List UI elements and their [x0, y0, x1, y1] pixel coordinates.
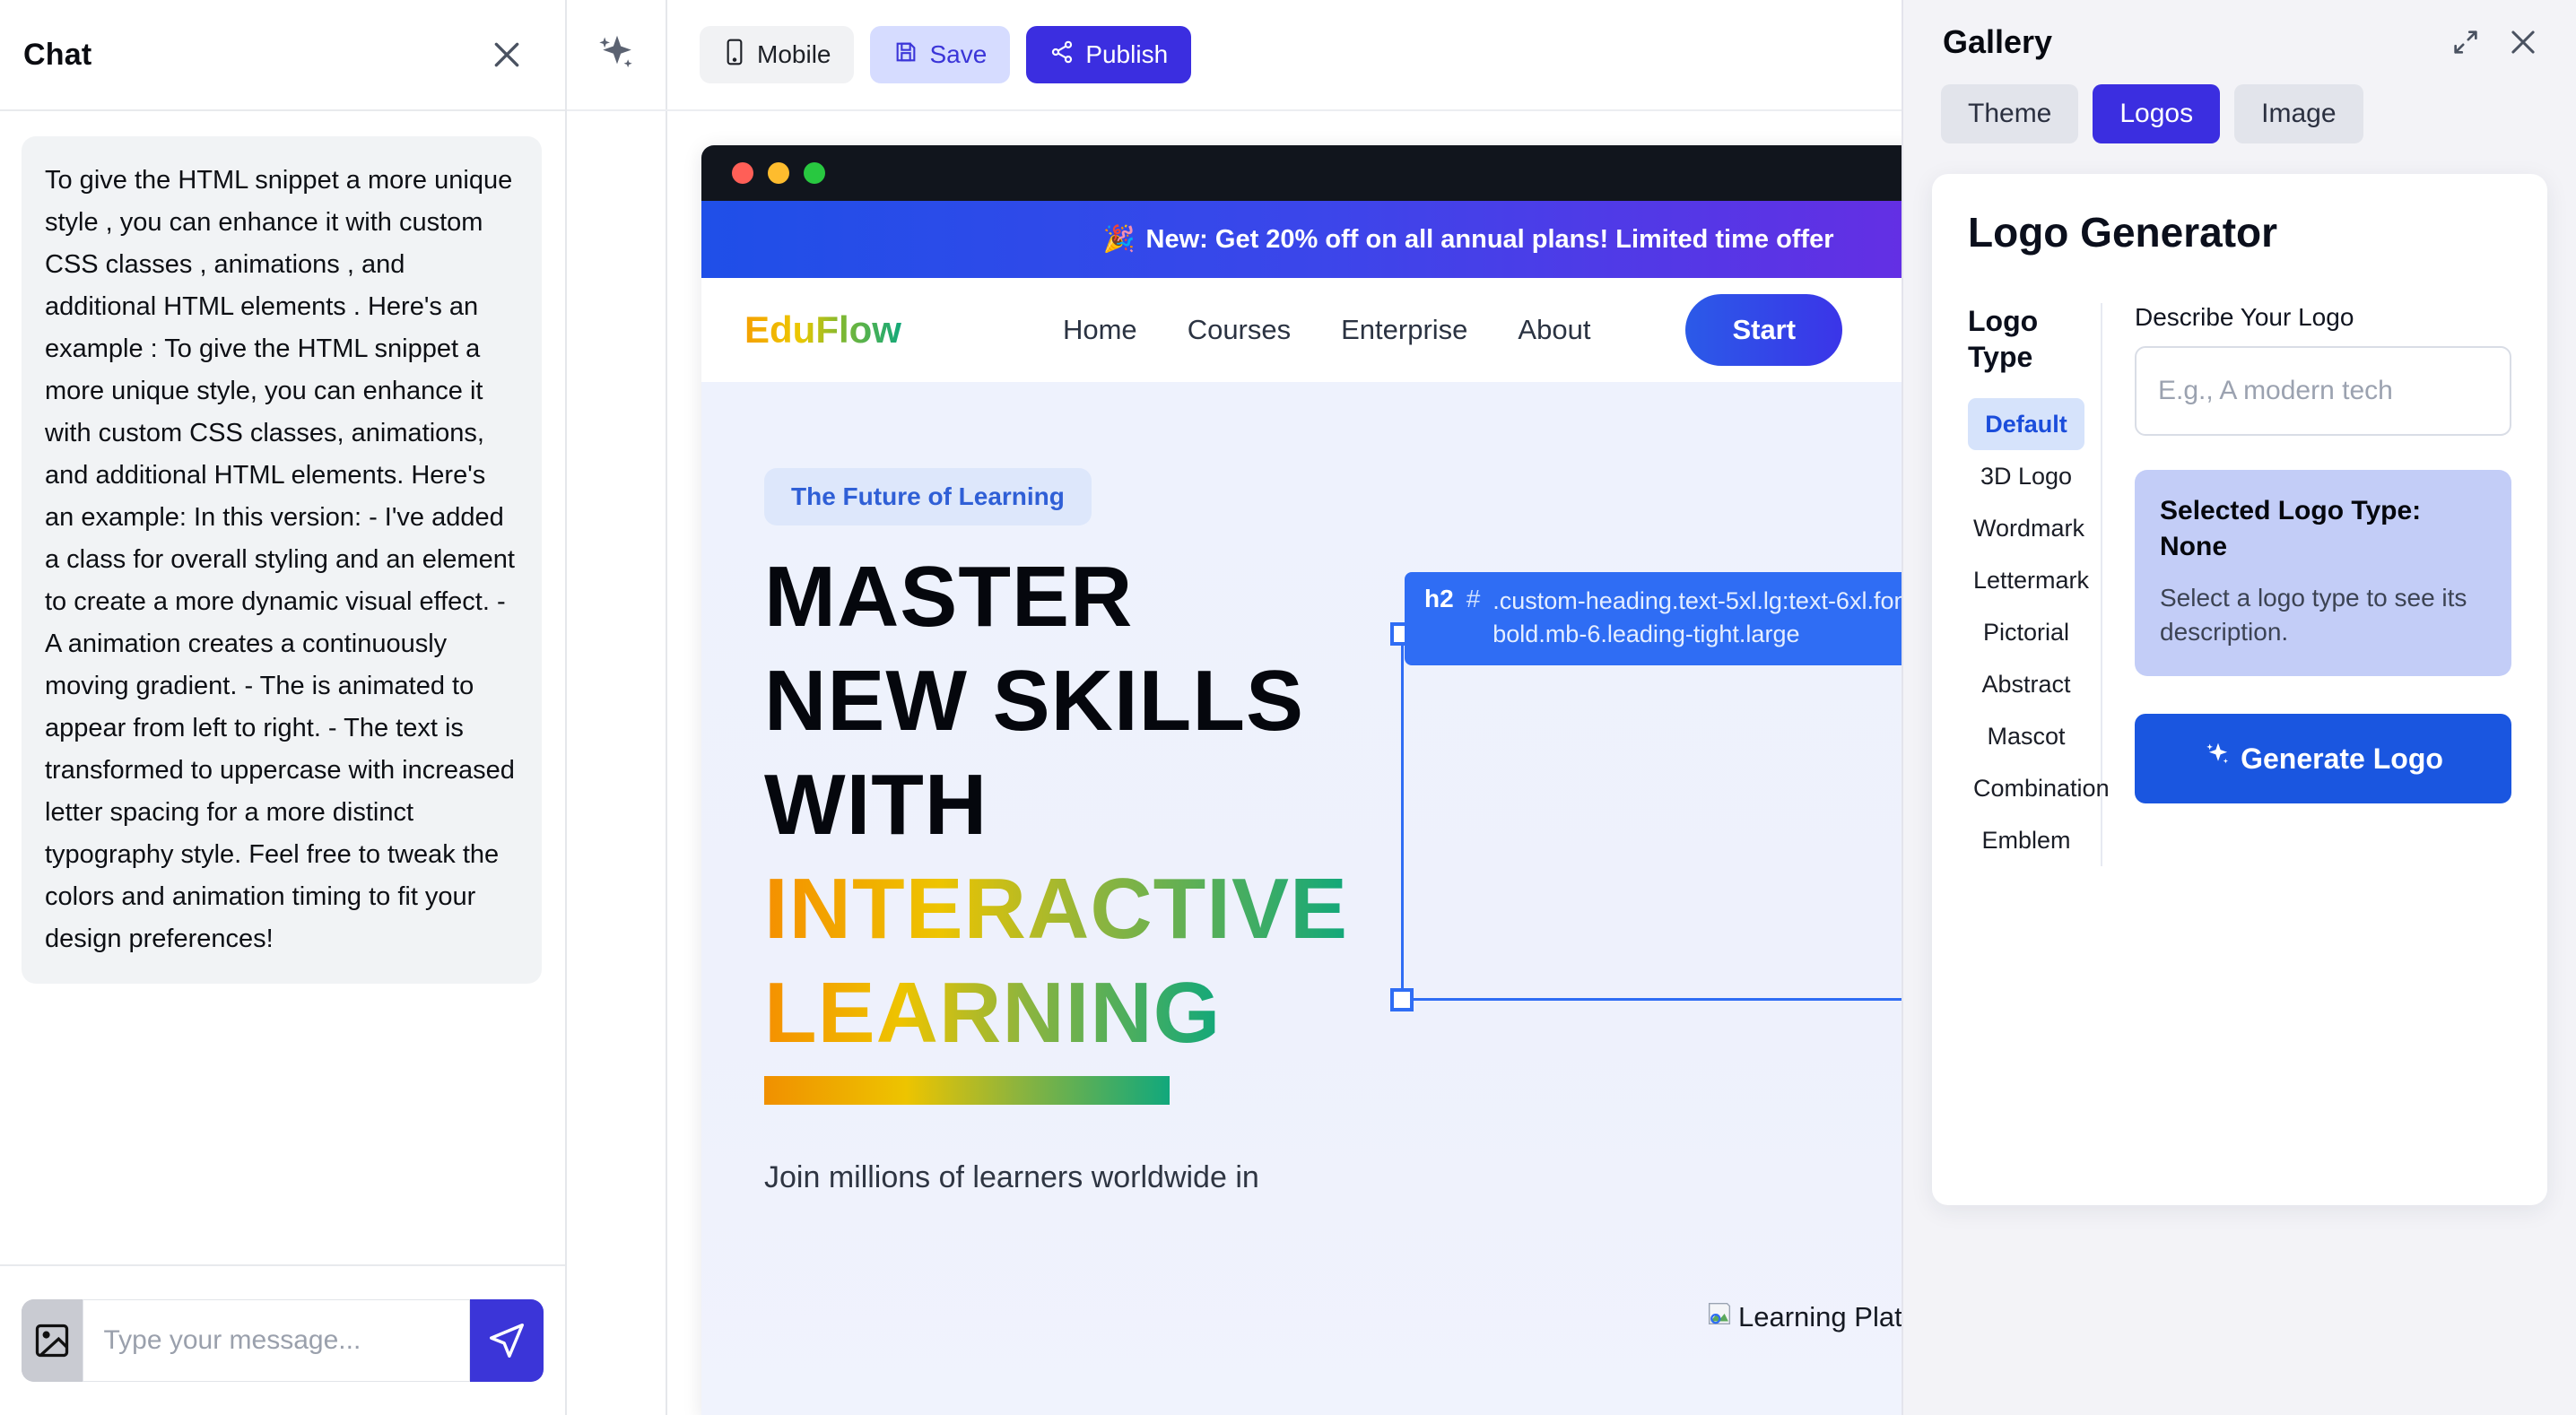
hero-line-2: NEW SKILLS: [764, 653, 1304, 749]
window-maximize-dot[interactable]: [804, 162, 825, 184]
logo-generator-card: Logo Generator Logo Type Default 3D Logo…: [1932, 174, 2547, 1205]
logo-generator-body: Logo Type Default 3D Logo Wordmark Lette…: [1968, 303, 2511, 866]
mobile-view-label: Mobile: [757, 40, 831, 68]
logo-type-abstract[interactable]: Abstract: [1968, 658, 2084, 710]
chat-composer: [22, 1299, 544, 1382]
describe-logo-input[interactable]: [2135, 346, 2511, 436]
logo-type-column: Logo Type Default 3D Logo Wordmark Lette…: [1968, 303, 2110, 866]
app-root: Chat To give the HTML snippet a more uni…: [0, 0, 2576, 1415]
generate-logo-button[interactable]: Generate Logo: [2135, 714, 2511, 803]
chat-message-list: To give the HTML snippet a more unique s…: [0, 111, 565, 1264]
selected-element-selector: .custom-heading.text-5xl.lg:text-6xl.fon…: [1493, 587, 1922, 647]
logo-type-list: Default 3D Logo Wordmark Lettermark Pict…: [1968, 398, 2110, 866]
selector-hash: #: [1466, 585, 1481, 612]
logo-describe-column: Describe Your Logo Selected Logo Type: N…: [2102, 303, 2511, 866]
selected-logo-type-desc: Select a logo type to see its descriptio…: [2160, 584, 2467, 646]
logo-type-default[interactable]: Default: [1968, 398, 2084, 450]
logo-type-mascot[interactable]: Mascot: [1968, 710, 2084, 762]
mobile-view-button[interactable]: Mobile: [700, 26, 855, 83]
collapse-icon[interactable]: [2447, 23, 2485, 61]
gallery-header-actions: [2447, 23, 2542, 61]
chat-input[interactable]: [83, 1299, 471, 1382]
party-popper-icon: 🎉: [1102, 225, 1136, 254]
chat-message-bubble: To give the HTML snippet a more unique s…: [22, 136, 542, 984]
window-minimize-dot[interactable]: [768, 162, 789, 184]
sparkles-icon: [2203, 740, 2233, 777]
gallery-title: Gallery: [1943, 23, 2053, 60]
tab-theme[interactable]: Theme: [1941, 84, 2079, 143]
logo-type-wordmark[interactable]: Wordmark: [1968, 502, 2084, 554]
selected-element-tag: h2: [1424, 585, 1454, 612]
tab-image[interactable]: Image: [2234, 84, 2363, 143]
start-button[interactable]: Start: [1685, 294, 1843, 366]
hero-line-4: INTERACTIVE: [764, 861, 1349, 957]
logo-type-lettermark[interactable]: Lettermark: [1968, 554, 2089, 606]
hero-line-3: WITH: [764, 757, 988, 853]
logo-generator-title: Logo Generator: [1968, 209, 2278, 256]
describe-logo-label: Describe Your Logo: [2135, 303, 2354, 331]
share-nodes-icon: [1049, 39, 1075, 71]
chat-input-bar: [0, 1264, 565, 1415]
chat-header: Chat: [0, 0, 565, 111]
nav-link-home[interactable]: Home: [1063, 314, 1137, 346]
gallery-panel: Gallery Theme Logos Image Logo Generator…: [1902, 0, 2576, 1415]
gallery-header: Gallery: [1903, 0, 2576, 61]
image-placeholder-icon: [1704, 1298, 1735, 1336]
left-tool-rail: [567, 0, 667, 1415]
publish-label: Publish: [1085, 40, 1169, 68]
generate-logo-label: Generate Logo: [2241, 742, 2443, 775]
send-icon[interactable]: [470, 1299, 544, 1382]
site-logo: EduFlow: [744, 308, 901, 351]
close-icon[interactable]: [486, 34, 527, 75]
mobile-icon: [723, 38, 746, 73]
hero-line-5: LEARNING: [764, 965, 1222, 1061]
hero-line-1: MASTER: [764, 549, 1134, 645]
logo-type-pictorial[interactable]: Pictorial: [1968, 606, 2084, 658]
selected-logo-type-info: Selected Logo Type: None Select a logo t…: [2135, 470, 2511, 676]
floppy-disk-icon: [893, 39, 918, 71]
selected-logo-type-title: Selected Logo Type: None: [2160, 496, 2422, 561]
gallery-tabs: Theme Logos Image: [1903, 61, 2576, 143]
publish-button[interactable]: Publish: [1026, 26, 1192, 83]
image-icon[interactable]: [22, 1299, 83, 1382]
save-label: Save: [929, 40, 988, 68]
sparkles-icon[interactable]: [567, 0, 667, 111]
chat-title: Chat: [23, 37, 92, 72]
site-nav-links: Home Courses Enterprise About: [1063, 314, 1590, 346]
logo-type-combination[interactable]: Combination: [1968, 762, 2110, 814]
chat-panel: Chat To give the HTML snippet a more uni…: [0, 0, 567, 1415]
hero-badge: The Future of Learning: [764, 468, 1092, 525]
nav-link-courses[interactable]: Courses: [1188, 314, 1291, 346]
promo-text: New: Get 20% off on all annual plans! Li…: [1145, 224, 1834, 254]
nav-link-enterprise[interactable]: Enterprise: [1341, 314, 1467, 346]
hero-gradient-bar: [764, 1076, 1170, 1105]
logo-type-emblem[interactable]: Emblem: [1968, 814, 2084, 866]
logo-type-3d-logo[interactable]: 3D Logo: [1968, 450, 2084, 502]
close-icon[interactable]: [2504, 23, 2542, 61]
window-close-dot[interactable]: [732, 162, 753, 184]
tab-logos[interactable]: Logos: [2093, 84, 2221, 143]
nav-link-about[interactable]: About: [1518, 314, 1590, 346]
logo-type-label: Logo Type: [1968, 305, 2039, 373]
save-button[interactable]: Save: [870, 26, 1011, 83]
